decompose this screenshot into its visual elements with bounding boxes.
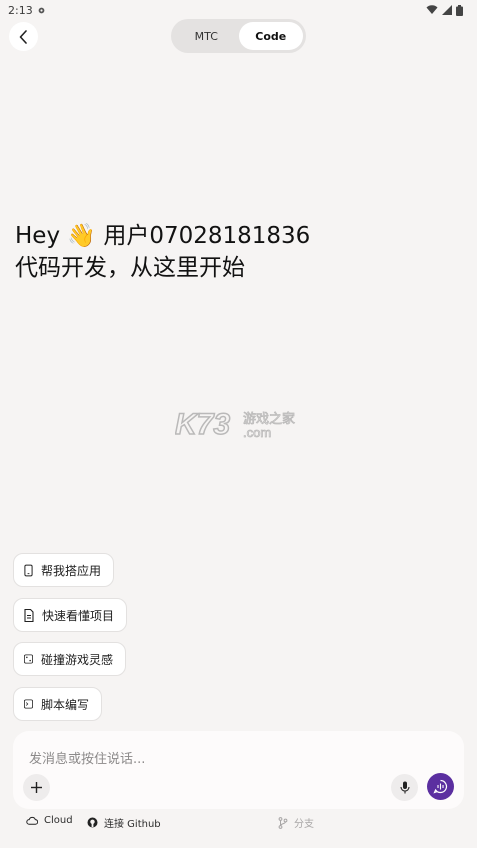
watermark-logo-text: K73 [175,408,230,441]
mode-switch: MTC Code [171,19,306,53]
suggestion-chip-understand-project[interactable]: 快速看懂项目 [13,598,127,632]
voice-chat-icon [433,779,448,794]
suggestion-label: 快速看懂项目 [41,608,114,623]
microphone-icon [399,781,410,794]
suggestion-label: 帮我搭应用 [40,563,101,578]
greeting-line-2: 代码开发，从这里开始 [15,255,245,281]
battery-icon [456,4,463,16]
suggestion-chip-game-ideas[interactable]: 碰撞游戏灵感 [13,642,126,676]
suggestion-chip-build-app[interactable]: 帮我搭应用 [13,553,114,587]
back-button[interactable] [9,22,38,51]
cloud-icon [26,816,38,825]
tab-code[interactable]: Code [238,22,303,50]
settings-icon [38,7,45,13]
status-left: 2:13 [8,4,46,17]
dice-icon [24,654,33,664]
signal-icon [442,5,452,15]
watermark-logo: K73 游戏之家 .com [174,404,305,444]
message-composer: 发消息或按住说话... [13,731,464,809]
add-attachment-button[interactable] [23,774,50,801]
cloud-button[interactable]: Cloud [26,815,73,826]
status-right [426,4,463,16]
github-label: 连接 Github [104,819,161,830]
message-input[interactable]: 发消息或按住说话... [29,748,145,767]
suggestion-label: 脚本编写 [40,697,89,712]
tab-mtc[interactable]: MTC [174,22,239,50]
plus-icon [31,782,42,793]
suggestion-chip-script-writing[interactable]: 脚本编写 [13,687,102,721]
branch-icon [278,816,288,829]
voice-input-button[interactable] [391,774,418,801]
bottom-bar: Cloud 连接 Github 分支 [26,815,466,830]
phone-icon [24,564,33,576]
greeting-line-1: Hey 👋 用户07028181836 [15,223,311,249]
voice-chat-button[interactable] [427,773,454,800]
branch-label: 分支 [294,819,314,830]
chevron-left-icon [19,29,27,44]
cloud-label: Cloud [44,815,73,826]
watermark-domain: .com [243,425,271,440]
status-time: 2:13 [8,3,33,17]
suggestion-label: 碰撞游戏灵感 [40,652,113,667]
status-bar: 2:13 [0,0,477,20]
branch-button[interactable]: 分支 [278,815,314,830]
greeting: Hey 👋 用户07028181836 代码开发，从这里开始 [15,220,475,284]
connect-github-button[interactable]: 连接 Github [87,815,161,830]
terminal-icon [24,699,33,709]
wifi-icon [426,5,438,14]
document-icon [24,608,34,622]
github-icon [87,817,98,828]
